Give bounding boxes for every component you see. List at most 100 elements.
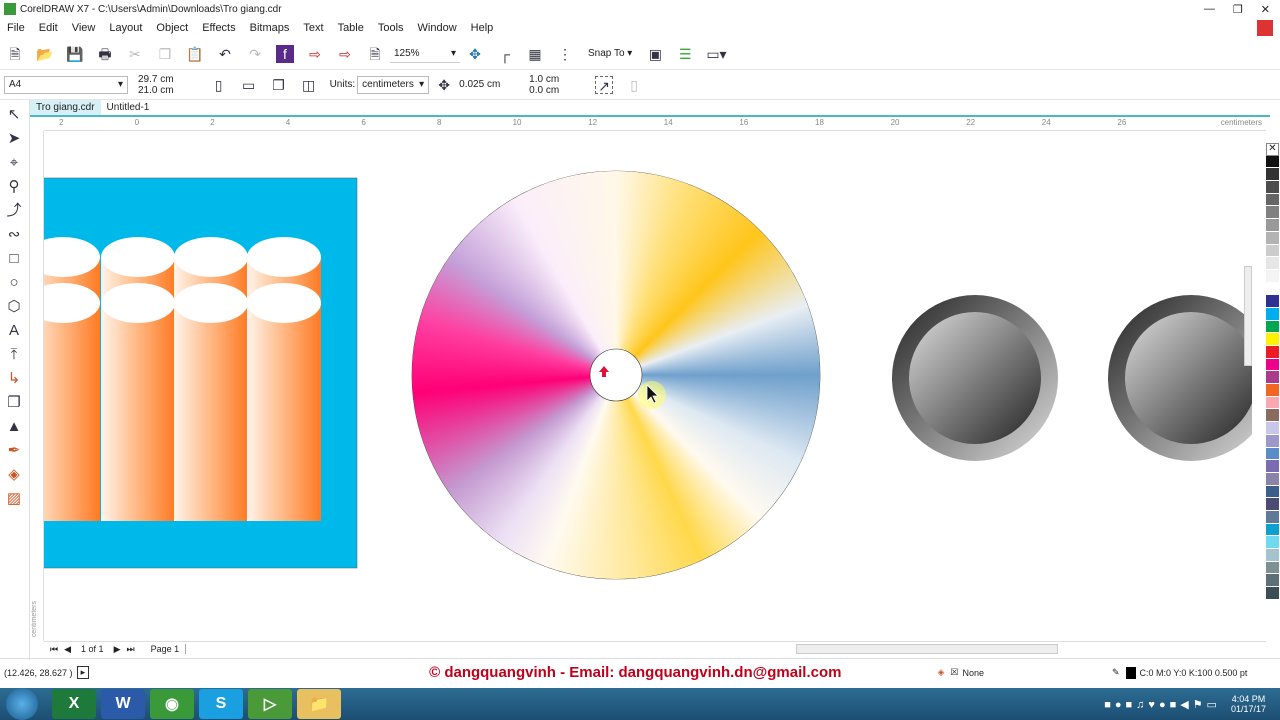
tab-untitled-1[interactable]: Untitled-1 [101, 100, 156, 115]
show-guidelines-icon[interactable]: ⋮ [556, 45, 574, 63]
all-pages-icon[interactable]: ❐ [270, 76, 288, 94]
palette-swatch[interactable] [1266, 282, 1279, 296]
palette-swatch[interactable] [1266, 434, 1279, 448]
palette-swatch[interactable] [1266, 371, 1279, 385]
menu-view[interactable]: View [72, 22, 96, 34]
transparency-icon[interactable]: ▲ [5, 418, 23, 436]
palette-swatch[interactable] [1266, 244, 1279, 258]
first-page-icon[interactable]: ⏮ [50, 644, 58, 655]
palette-swatch[interactable] [1266, 536, 1279, 549]
user-icon[interactable] [1257, 20, 1273, 36]
vertical-scrollbar[interactable] [1244, 266, 1252, 366]
search-content-icon[interactable]: f [276, 44, 294, 63]
ellipse-tool-icon[interactable]: ○ [5, 274, 23, 292]
palette-swatch[interactable] [1266, 155, 1279, 169]
start-button[interactable] [6, 688, 38, 720]
paste-icon[interactable]: 📋 [186, 45, 204, 63]
save-icon[interactable]: 💾 [66, 45, 84, 63]
status-menu-button[interactable]: ▸ [76, 666, 90, 679]
palette-swatch[interactable] [1266, 574, 1279, 588]
menu-object[interactable]: Object [156, 22, 188, 34]
menu-text[interactable]: Text [303, 22, 323, 34]
button-inner-1[interactable] [909, 312, 1041, 444]
palette-swatch[interactable] [1266, 307, 1279, 321]
publish-pdf-icon[interactable]: 🗎 [366, 45, 384, 63]
menu-bitmaps[interactable]: Bitmaps [250, 22, 290, 34]
palette-swatch[interactable] [1266, 523, 1279, 537]
artistic-media-icon[interactable]: ∾ [5, 226, 23, 244]
palette-swatch[interactable] [1266, 193, 1279, 207]
duplicate-y-field[interactable]: 0.0 cm [529, 85, 559, 96]
palette-swatch[interactable] [1266, 219, 1279, 232]
prev-page-icon[interactable]: ◀ [64, 644, 71, 655]
current-page-icon[interactable]: ◫ [300, 76, 318, 94]
taskbar-skype[interactable]: S [199, 689, 243, 719]
palette-swatch[interactable] [1266, 498, 1279, 511]
palette-swatch[interactable] [1266, 269, 1279, 283]
zoom-tool-icon[interactable]: ⚲ [5, 178, 23, 196]
color-wheel-center[interactable] [589, 348, 643, 402]
palette-swatch[interactable] [1266, 231, 1279, 245]
palette-swatch[interactable] [1266, 384, 1279, 397]
portrait-icon[interactable]: ▯ [210, 76, 228, 94]
show-rulers-icon[interactable]: ┌ [496, 45, 514, 63]
cylinders[interactable] [44, 237, 321, 521]
landscape-icon[interactable]: ▭ [240, 76, 258, 94]
crop-tool-icon[interactable]: ⌖ [5, 154, 23, 172]
palette-swatch[interactable] [1266, 358, 1279, 372]
undo-icon[interactable]: ↶ [216, 45, 234, 63]
drop-shadow-icon[interactable]: ❐ [5, 394, 23, 412]
clock-time[interactable]: 4:04 PM [1232, 694, 1266, 704]
nudge-field[interactable]: 0.025 cm [459, 79, 519, 90]
freehand-tool-icon[interactable]: ⤴ [5, 202, 23, 220]
application-launcher-icon[interactable]: ▭▾ [706, 45, 726, 63]
page-tab[interactable]: Page 1 [151, 644, 187, 654]
palette-swatch[interactable] [1266, 409, 1279, 423]
export-icon[interactable]: ⇨ [336, 45, 354, 63]
open-icon[interactable]: 📂 [36, 45, 54, 63]
palette-swatch[interactable] [1266, 320, 1279, 334]
menu-tools[interactable]: Tools [378, 22, 404, 34]
page-size-select[interactable]: A4 ▾ [4, 75, 128, 94]
palette-swatch[interactable] [1266, 587, 1279, 600]
palette-swatch[interactable] [1266, 422, 1279, 435]
shape-tool-icon[interactable]: ➤ [5, 130, 23, 148]
palette-swatch[interactable] [1266, 510, 1279, 524]
next-page-icon[interactable]: ▶ [114, 644, 121, 655]
units-select[interactable]: centimeters ▾ [357, 75, 430, 94]
pick-tool-icon[interactable]: ↖ [5, 106, 23, 124]
close-button[interactable]: ✕ [1261, 3, 1270, 16]
text-tool-icon[interactable]: A [5, 322, 23, 340]
palette-swatch[interactable] [1266, 333, 1279, 346]
menu-file[interactable]: File [7, 22, 25, 34]
palette-swatch[interactable] [1266, 346, 1279, 359]
connector-tool-icon[interactable]: ↳ [5, 370, 23, 388]
menu-layout[interactable]: Layout [109, 22, 142, 34]
copy-icon[interactable]: ❐ [156, 45, 174, 63]
zoom-level-select[interactable]: 125% ▾ [390, 44, 460, 63]
tray-icons[interactable]: ■●■♫♥●■◀⚑▭ [1104, 698, 1221, 711]
menu-table[interactable]: Table [338, 22, 364, 34]
duplicate-x-field[interactable]: 1.0 cm [529, 74, 559, 85]
button-inner-2[interactable] [1125, 312, 1252, 444]
taskbar-word[interactable]: W [101, 689, 145, 719]
clock-date[interactable]: 01/17/17 [1231, 704, 1266, 714]
horizontal-scrollbar[interactable] [796, 644, 1059, 654]
polygon-tool-icon[interactable]: ⬡ [5, 298, 23, 316]
treat-as-filled-icon[interactable]: ↗ [595, 75, 614, 94]
palette-swatch[interactable] [1266, 485, 1279, 499]
horizontal-ruler[interactable]: 2 0 2 4 6 8 10 12 14 16 18 20 22 24 26 centimeters [44, 117, 1266, 131]
palette-swatch[interactable] [1266, 181, 1279, 194]
tab-tro-giang[interactable]: Tro giang.cdr [30, 100, 101, 115]
menu-help[interactable]: Help [471, 22, 494, 34]
eyedropper-icon[interactable]: ✒ [5, 442, 23, 460]
import-icon[interactable]: ⇨ [306, 45, 324, 63]
vertical-ruler[interactable]: centimeters [30, 131, 44, 641]
palette-swatch[interactable] [1266, 447, 1279, 461]
palette-swatch[interactable] [1266, 206, 1279, 220]
welcome-screen-icon[interactable]: ▣ [646, 45, 664, 63]
menu-edit[interactable]: Edit [39, 22, 58, 34]
palette-swatch[interactable] [1266, 168, 1279, 182]
palette-swatch[interactable] [1266, 396, 1279, 410]
minimize-button[interactable]: — [1204, 3, 1215, 16]
